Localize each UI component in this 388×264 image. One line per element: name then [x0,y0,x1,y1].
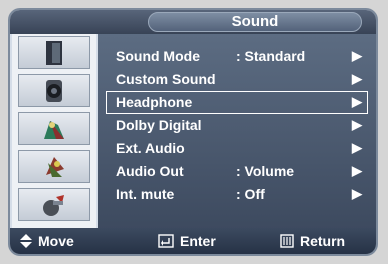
menu-item-value: : Standard [236,48,306,64]
enter-icon [158,234,174,248]
picture-icon[interactable] [18,36,90,69]
arrow-right-icon: ▶ [352,163,362,178]
return-icon [280,234,294,248]
menu-frame: Sound Sound Mode: Standard ▶ Custom Sou… [8,8,378,256]
menu-item-sound-mode[interactable]: Sound Mode : Standard ▶ [98,45,376,68]
return-hint: Return [280,233,345,249]
arrow-right-icon: ▶ [352,140,362,155]
help-bar: Move Enter Return [10,228,376,254]
move-label: Move [38,233,74,249]
menu-item-value: : Volume [236,163,295,179]
menu-item-dolby-digital[interactable]: Dolby Digital ▶ [98,114,376,137]
menu-item-label: Int. mute [116,186,175,202]
sound-icon[interactable] [18,74,90,107]
up-down-arrows-icon [20,234,32,248]
tv-osd: Sound Sound Mode: Standard ▶ Custom Sou… [0,0,388,264]
menu-item-value: : Off [236,186,265,202]
menu-item-label: Custom Sound [116,71,216,87]
arrow-right-icon: ▶ [352,48,362,63]
menu-item-custom-sound[interactable]: Custom Sound ▶ [98,68,376,91]
enter-label: Enter [180,233,216,249]
menu-item-label: Audio Out [116,163,184,179]
menu-item-label: Sound Mode [116,48,200,64]
arrow-right-icon: ▶ [352,186,362,201]
arrow-right-icon: ▶ [352,94,362,109]
return-label: Return [300,233,346,249]
menu-item-ext-audio[interactable]: Ext. Audio ▶ [98,137,376,160]
menu-item-label: Ext. Audio [116,140,185,156]
menu-item-audio-out[interactable]: Audio Out : Volume ▶ [98,160,376,183]
menu-title: Sound [148,12,362,32]
title-bar: Sound [10,10,376,34]
menu-item-label: Dolby Digital [116,117,202,133]
input-icon[interactable] [18,188,90,221]
menu-item-label: Headphone [116,94,193,110]
channel-icon[interactable] [18,112,90,145]
enter-hint: Enter [158,233,216,249]
arrow-right-icon: ▶ [352,117,362,132]
setup-icon[interactable] [18,150,90,183]
menu-item-int-mute[interactable]: Int. mute : Off ▶ [98,183,376,206]
move-hint: Move [20,233,74,249]
menu-panel: Sound Mode : Standard ▶ Custom Sound ▶ H… [98,34,376,230]
menu-item-headphone[interactable]: Headphone ▶ [106,91,368,114]
category-sidebar [12,34,96,228]
arrow-right-icon: ▶ [352,71,362,86]
